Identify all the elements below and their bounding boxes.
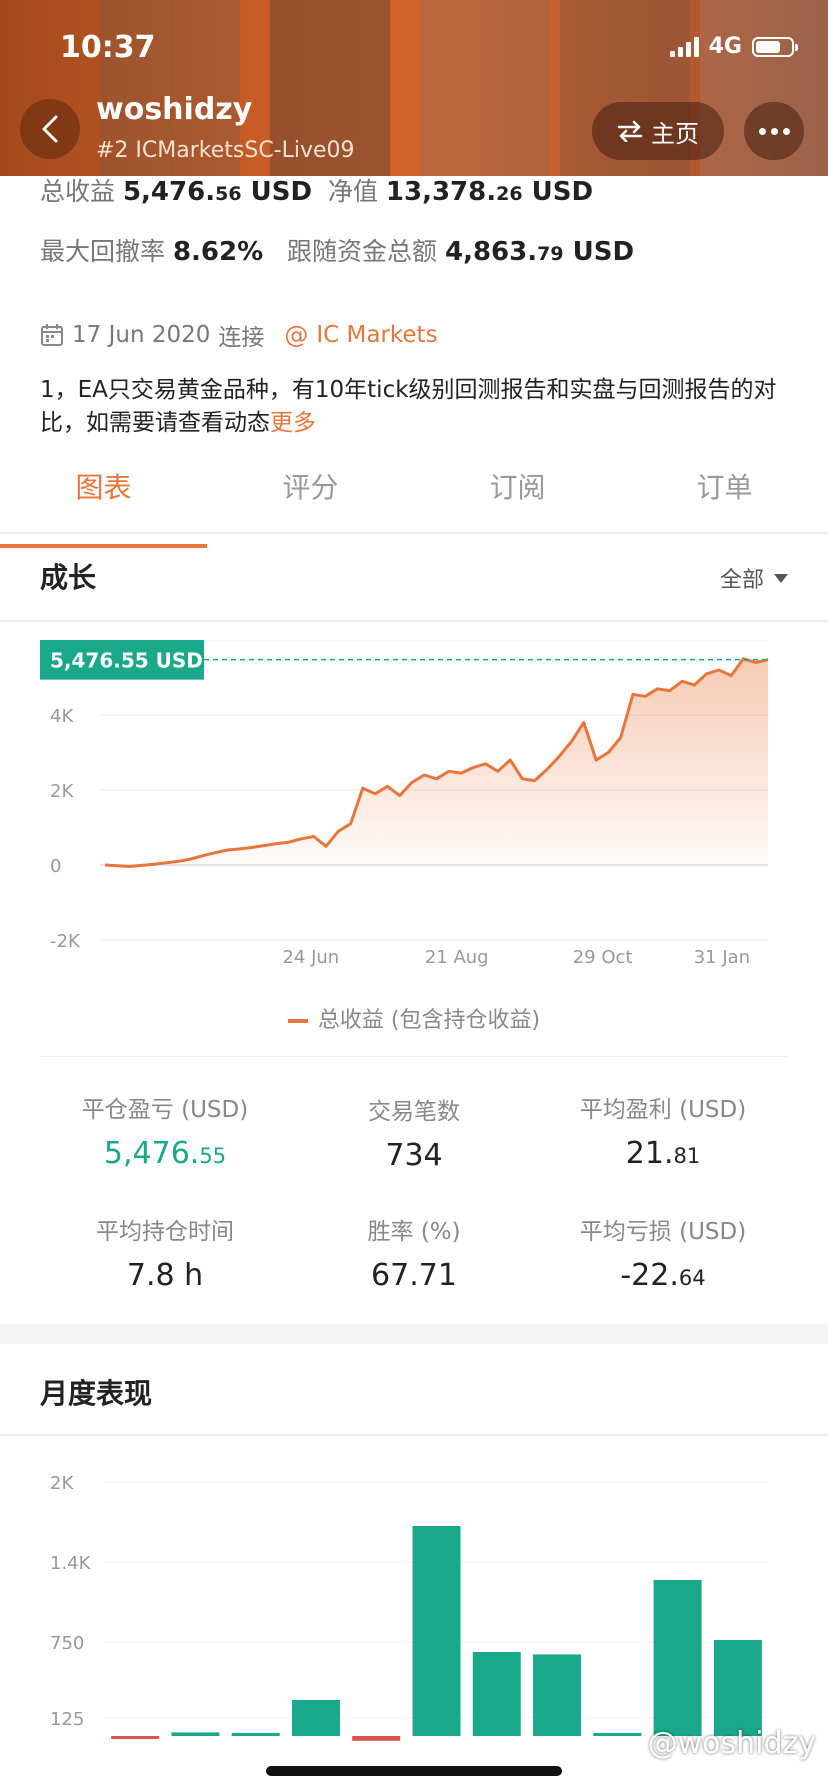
stat-avg-profit: 平均盈利 (USD) 21.81 (533, 1090, 793, 1171)
tab-chart[interactable]: 图表 (0, 460, 207, 548)
read-more-link[interactable]: 更多 (270, 410, 316, 436)
x-tick-label: 29 Oct (573, 947, 633, 968)
connect-label: 连接 (218, 325, 265, 351)
growth-chart: -2K 0 2K 4K 5,476.55 USD 24 Jun 21 Aug 29 Oct 31… (40, 640, 769, 968)
header-photo (420, 0, 550, 176)
y-tick-label: -2K (50, 931, 81, 952)
stat-value: 21.81 (625, 1136, 701, 1171)
broker-link[interactable]: IC Markets (316, 322, 437, 348)
stat-value: 7.8 h (126, 1258, 204, 1293)
monthly-bar (472, 1652, 521, 1736)
stat-label: 平均亏损 (USD) (579, 1219, 747, 1245)
more-button[interactable] (744, 102, 804, 160)
monthly-bar (291, 1700, 340, 1736)
stat-value: 5,476.55 (103, 1136, 227, 1171)
account-id: #2 ICMarketsSC-Live09 (96, 138, 355, 163)
stat-label: 平均持仓时间 (96, 1219, 234, 1245)
stat-trades: 交易笔数 734 (284, 1092, 544, 1173)
total-profit-value: 5,476.56 USD (122, 177, 313, 207)
max-drawdown-label: 最大回撤率 (40, 237, 166, 266)
monthly-bar (593, 1733, 642, 1736)
divider (0, 1434, 828, 1436)
stat-value: -22.64 (620, 1258, 706, 1293)
back-button[interactable] (20, 99, 80, 159)
stat-value: 734 (385, 1138, 443, 1173)
detail-tabs: 图表 评分 订阅 订单 (0, 460, 828, 548)
tab-subscribe[interactable]: 订阅 (414, 460, 621, 532)
total-profit-label: 总收益 (40, 177, 116, 206)
connect-date: 17 Jun 2020 (72, 322, 211, 348)
profile-header: 10:37 4G woshidzy #2 ICMarketsSC-Live09 … (0, 0, 828, 176)
status-indicators: 4G (669, 34, 798, 59)
stat-closed-pl: 平仓盈亏 (USD) 5,476.55 (35, 1090, 295, 1171)
stat-win-rate: 胜率 (%) 67.71 (284, 1212, 544, 1293)
summary-row-1: 总收益 5,476.56 USD 净值 13,378.26 USD (40, 172, 593, 208)
monthly-title: 月度表现 (40, 1377, 153, 1410)
equity-value: 13,378.26 USD (385, 177, 594, 207)
swap-icon (617, 120, 643, 142)
monthly-bar (533, 1654, 582, 1736)
chevron-left-icon (42, 115, 58, 143)
strategy-description: 1，EA只交易黄金品种，有10年tick级别回测报告和实盘与回测报告的对比，如需… (40, 374, 790, 440)
y-tick-label: 750 (50, 1633, 84, 1654)
y-tick-label: 4K (50, 706, 74, 727)
divider (40, 1056, 788, 1057)
home-button[interactable]: 主页 (592, 102, 724, 160)
monthly-bar (231, 1733, 280, 1736)
status-time: 10:37 (60, 30, 156, 65)
monthly-bar (713, 1640, 762, 1736)
growth-legend: 总收益 (包含持仓收益) (0, 1002, 828, 1034)
stat-avg-loss: 平均亏损 (USD) -22.64 (533, 1212, 793, 1293)
tab-orders[interactable]: 订单 (621, 460, 828, 532)
max-drawdown-value: 8.62% (172, 237, 264, 267)
broker-at-icon: @ (284, 321, 309, 349)
home-button-label: 主页 (651, 119, 699, 148)
home-indicator (266, 1766, 562, 1776)
y-tick-label: 2K (50, 781, 74, 802)
account-info-row: 17 Jun 2020 连接 @ IC Markets (40, 318, 438, 352)
legend-swatch (287, 1019, 308, 1023)
y-tick-label: 2K (50, 1473, 74, 1494)
monthly-bar (412, 1526, 461, 1736)
more-dots-icon (758, 127, 766, 135)
x-tick-label: 24 Jun (282, 947, 339, 968)
follow-funds-label: 跟随资金总额 (287, 237, 438, 266)
equity-label: 净值 (327, 177, 378, 206)
x-tick-label: 21 Aug (425, 947, 489, 968)
monthly-bar (352, 1736, 401, 1741)
range-filter-label: 全部 (719, 568, 764, 593)
stat-label: 平均盈利 (USD) (579, 1097, 747, 1123)
stat-label: 交易笔数 (368, 1099, 460, 1125)
monthly-bar (111, 1736, 160, 1739)
x-tick-label: 31 Jan (694, 947, 750, 968)
follow-funds-value: 4,863.79 USD (444, 237, 635, 267)
description-text: 1，EA只交易黄金品种，有10年tick级别回测报告和实盘与回测报告的对比，如需… (40, 377, 777, 436)
divider (0, 620, 828, 622)
calendar-icon (41, 324, 63, 346)
y-tick-label: 1.4K (50, 1553, 92, 1574)
summary-row-2: 最大回撤率 8.62% 跟随资金总额 4,863.79 USD (40, 232, 634, 268)
y-tick-label: 125 (50, 1709, 84, 1730)
battery-icon (752, 36, 798, 57)
caret-down-icon (774, 573, 788, 583)
range-filter-dropdown[interactable]: 全部 (720, 562, 788, 594)
growth-legend-label: 总收益 (包含持仓收益) (317, 1008, 541, 1033)
tab-rating[interactable]: 评分 (207, 460, 414, 532)
monthly-bar (171, 1732, 220, 1736)
watermark: @woshidzy (647, 1726, 816, 1761)
monthly-chart: 125 750 1.4K 2K (50, 1473, 768, 1741)
stat-value: 67.71 (371, 1258, 457, 1293)
monthly-bar (653, 1580, 702, 1736)
growth-title: 成长 (40, 561, 97, 594)
section-gap (0, 1324, 828, 1344)
stat-label: 胜率 (%) (367, 1219, 461, 1245)
stat-label: 平仓盈亏 (USD) (81, 1097, 249, 1123)
trader-name: woshidzy (96, 92, 253, 127)
stat-avg-hold: 平均持仓时间 7.8 h (35, 1212, 295, 1293)
network-type: 4G (708, 34, 742, 59)
y-tick-label: 0 (50, 856, 61, 877)
current-value-label: 5,476.55 USD (50, 649, 203, 673)
signal-icon (669, 36, 699, 57)
